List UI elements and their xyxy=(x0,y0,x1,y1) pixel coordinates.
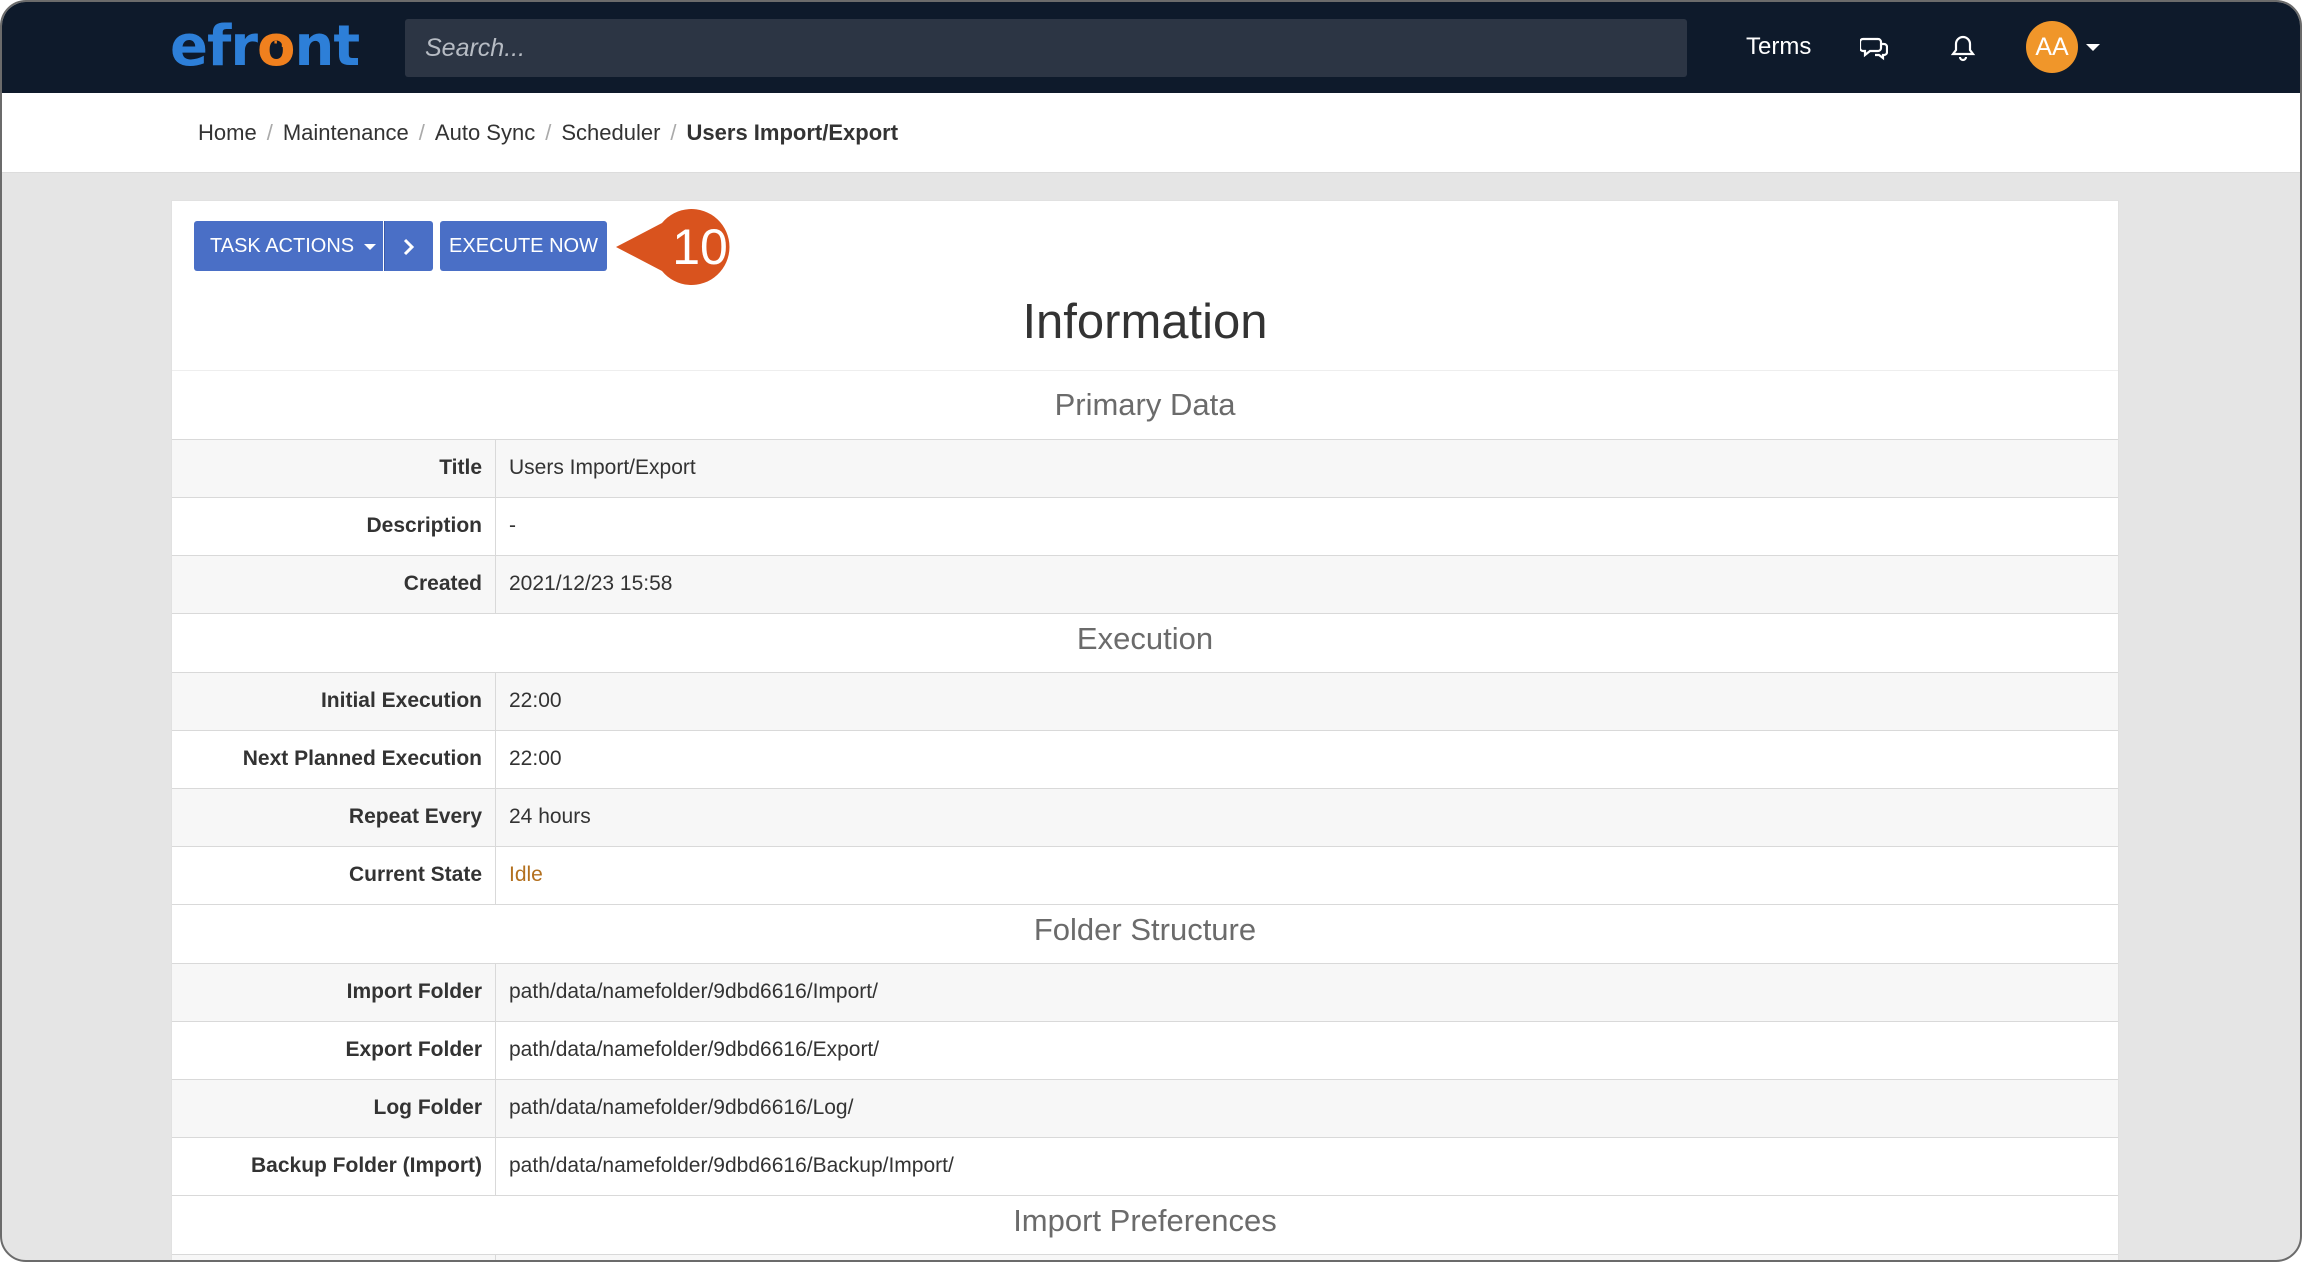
row-label: Repeat Every xyxy=(172,789,496,846)
chevron-right-icon xyxy=(403,238,415,255)
breadcrumb-bar: Home / Maintenance / Auto Sync / Schedul… xyxy=(2,93,2300,173)
task-actions-label: TASK ACTIONS xyxy=(210,235,355,257)
row-value: 22:00 xyxy=(509,689,562,712)
row-value: 24 hours xyxy=(509,805,591,828)
row-value: - xyxy=(509,514,516,537)
breadcrumb-item-scheduler[interactable]: Scheduler xyxy=(561,117,660,149)
row-label: Import Folder xyxy=(172,964,496,1021)
task-info-panel: TASK ACTIONS EXECUTE NOW 10 Information … xyxy=(171,200,2119,1260)
page-title: Information xyxy=(1022,295,1268,349)
table-row: Import Folder path/data/namefolder/9dbd6… xyxy=(172,963,2118,1021)
row-value: path/data/namefolder/9dbd6616/Import/ xyxy=(509,980,878,1003)
breadcrumb-item-home[interactable]: Home xyxy=(198,117,257,149)
bell-icon[interactable] xyxy=(1943,28,1983,68)
row-label: Next Planned Execution xyxy=(172,731,496,788)
efront-logo[interactable]: efro ·: nt xyxy=(170,14,360,80)
app-window: efro·:nt Terms AA Home / Maintenance / A… xyxy=(0,0,2302,1262)
breadcrumb-separator: / xyxy=(418,120,425,145)
breadcrumb-separator: / xyxy=(266,120,273,145)
breadcrumb: Home / Maintenance / Auto Sync / Schedul… xyxy=(198,117,898,149)
caret-down-icon xyxy=(364,243,377,250)
section-heading-import-preferences: Import Preferences xyxy=(1013,1203,1277,1238)
table-row: Description - xyxy=(172,497,2118,555)
table-row: Title Users Import/Export xyxy=(172,439,2118,497)
row-label: Description xyxy=(172,498,496,555)
breadcrumb-item-auto-sync[interactable]: Auto Sync xyxy=(435,117,535,149)
execute-now-button[interactable]: EXECUTE NOW xyxy=(440,221,607,271)
breadcrumb-item-current: Users Import/Export xyxy=(686,120,899,145)
row-label: Initial Execution xyxy=(172,673,496,730)
row-value xyxy=(496,1255,509,1260)
step-callout-number: 10 xyxy=(672,219,728,275)
table-row: Export Folder path/data/namefolder/9dbd6… xyxy=(172,1021,2118,1079)
table-row: Next Planned Execution 22:00 xyxy=(172,730,2118,788)
task-actions-button[interactable]: TASK ACTIONS xyxy=(194,221,383,271)
section-heading-primary-data: Primary Data xyxy=(1054,387,1236,422)
breadcrumb-item-maintenance[interactable]: Maintenance xyxy=(283,117,409,149)
table-row: Log Folder path/data/namefolder/9dbd6616… xyxy=(172,1079,2118,1137)
chat-icon[interactable] xyxy=(1854,28,1894,68)
row-value: path/data/namefolder/9dbd6616/Export/ xyxy=(509,1038,880,1061)
chevron-down-icon[interactable] xyxy=(2086,44,2100,51)
top-navbar: efro·:nt Terms AA xyxy=(2,2,2300,93)
row-value: 22:00 xyxy=(509,747,562,770)
terms-link[interactable]: Terms xyxy=(1746,28,1811,66)
breadcrumb-separator: / xyxy=(670,120,677,145)
row-value: path/data/namefolder/9dbd6616/Log/ xyxy=(509,1096,854,1119)
table-row: Initial Execution 22:00 xyxy=(172,672,2118,730)
table-row: Repeat Every 24 hours xyxy=(172,788,2118,846)
search-input[interactable] xyxy=(405,19,1687,77)
task-next-button[interactable] xyxy=(384,221,433,271)
table-row xyxy=(172,1254,2118,1260)
avatar[interactable]: AA xyxy=(2026,21,2078,73)
row-label: Log Folder xyxy=(172,1080,496,1137)
section-heading-folder-structure: Folder Structure xyxy=(1033,912,1257,947)
row-value: Users Import/Export xyxy=(509,456,696,479)
row-label: Export Folder xyxy=(172,1022,496,1079)
row-label: Title xyxy=(172,440,496,497)
breadcrumb-separator: / xyxy=(545,120,552,145)
section-heading-execution: Execution xyxy=(1076,621,1214,656)
row-label xyxy=(172,1255,496,1260)
